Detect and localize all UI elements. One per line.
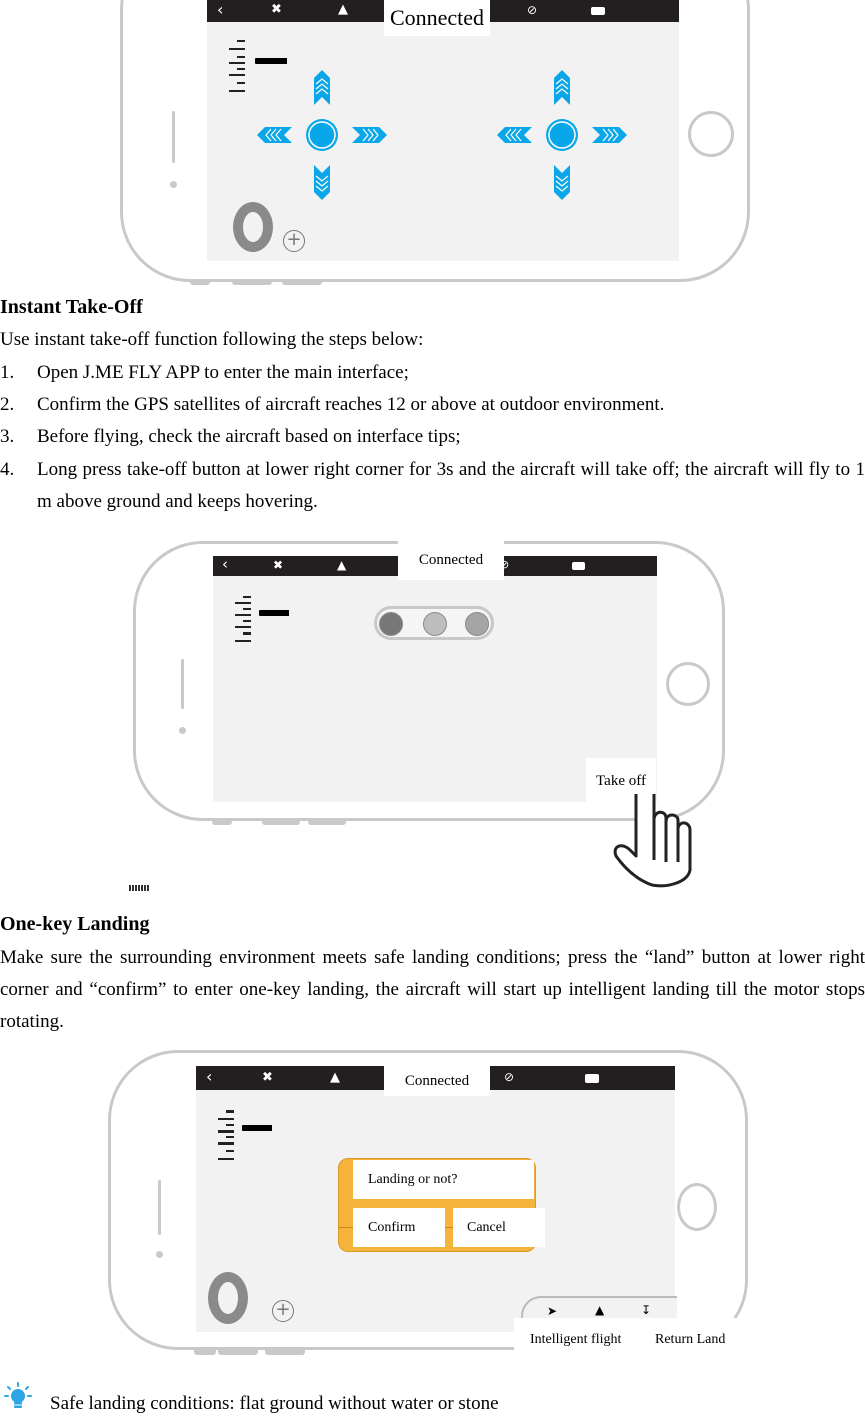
app-screen-takeoff: ‹ ✖ ▲ ⊘ Connected Take off xyxy=(213,541,657,804)
altitude-ruler xyxy=(218,1106,238,1162)
phone-speaker xyxy=(158,1180,161,1235)
indicator-light xyxy=(379,612,403,636)
right-joystick[interactable] xyxy=(497,70,627,200)
down-arrow-icon xyxy=(314,165,330,200)
phone-side-button xyxy=(308,820,346,825)
phone-side-button xyxy=(265,1350,305,1355)
add-button[interactable]: + xyxy=(283,230,305,252)
landing-body: Make sure the surrounding environment me… xyxy=(0,947,865,1032)
cancel-button[interactable]: Cancel xyxy=(453,1208,545,1247)
phone-speaker xyxy=(172,111,175,163)
add-button[interactable]: + xyxy=(272,1300,294,1322)
up-arrow-icon xyxy=(554,70,570,105)
takeoff-icon[interactable]: ▲ xyxy=(330,1071,340,1084)
indicator-light xyxy=(465,612,489,636)
step-text: Confirm the GPS satellites of aircraft r… xyxy=(37,394,665,415)
dialog-question: Landing or not? xyxy=(353,1160,534,1199)
takeoff-icon[interactable]: ▲ xyxy=(338,3,348,16)
home-button[interactable] xyxy=(688,111,734,157)
takeoff-icon[interactable]: ▲ xyxy=(337,559,346,571)
intelligent-flight-label[interactable]: Intelligent flight xyxy=(530,1332,621,1348)
connection-status: Connected xyxy=(384,0,490,36)
up-arrow-icon xyxy=(314,70,330,105)
step-text: Long press take-off button at lower righ… xyxy=(37,459,865,512)
compass-icon: ⊘ xyxy=(504,1070,515,1084)
phone-side-button xyxy=(282,280,322,285)
altitude-pointer xyxy=(255,58,287,64)
back-icon[interactable]: ‹ xyxy=(222,557,228,572)
tip-text: Safe landing conditions: flat ground wit… xyxy=(50,1393,499,1414)
camera-shutter-button[interactable] xyxy=(233,202,273,252)
phone-side-button xyxy=(232,280,272,285)
phone-speaker xyxy=(181,659,184,709)
battery-icon xyxy=(572,562,585,570)
takeoff-icon[interactable]: ▲ xyxy=(595,1303,604,1317)
right-arrow-icon xyxy=(592,127,627,143)
step-number: 1. xyxy=(0,362,15,383)
step-number: 2. xyxy=(0,394,15,415)
joystick-knob xyxy=(546,119,578,151)
home-button[interactable] xyxy=(666,662,710,706)
camera-shutter-button[interactable] xyxy=(208,1272,248,1324)
connection-status: Connected xyxy=(384,1066,490,1096)
satellite-icon: ✖ xyxy=(271,2,282,17)
intelligent-flight-icon[interactable]: ➤ xyxy=(547,1304,557,1318)
return-land-icon[interactable]: ↧ xyxy=(641,1303,651,1317)
satellite-icon: ✖ xyxy=(273,558,284,572)
compass-icon: ⊘ xyxy=(527,3,538,17)
phone-camera xyxy=(170,181,177,188)
satellite-icon: ✖ xyxy=(262,1070,273,1085)
pointing-hand-icon xyxy=(613,794,692,888)
step-text: Open J.ME FLY APP to enter the main inte… xyxy=(37,362,409,383)
step-number: 3. xyxy=(0,426,15,447)
status-indicator-lights xyxy=(374,606,494,640)
altitude-pointer xyxy=(242,1125,272,1131)
indicator-light xyxy=(423,612,447,636)
app-screen-landing: ‹ ✖ ▲ ⊘ Connected Landing or not? Confir… xyxy=(196,1066,677,1336)
lightbulb-icon xyxy=(4,1382,32,1408)
back-icon[interactable]: ‹ xyxy=(217,2,223,18)
altitude-pointer xyxy=(259,610,289,616)
step-text: Before flying, check the aircraft based … xyxy=(37,426,461,447)
confirm-button[interactable]: Confirm xyxy=(353,1208,445,1247)
section-heading-takeoff: Instant Take-Off xyxy=(0,296,143,318)
battery-icon xyxy=(591,7,605,15)
app-screen-main: ‹ ✖ ▲ ⊘ Connected + xyxy=(207,0,679,261)
back-icon[interactable]: ‹ xyxy=(206,1069,212,1085)
section-heading-landing: One-key Landing xyxy=(0,913,150,935)
home-button[interactable] xyxy=(677,1183,717,1231)
altitude-ruler xyxy=(229,36,249,94)
joystick-knob xyxy=(306,119,338,151)
connection-status: Connected xyxy=(398,541,504,580)
phone-camera xyxy=(179,727,186,734)
phone-side-button xyxy=(218,1350,258,1355)
phone-camera xyxy=(156,1251,163,1258)
battery-icon xyxy=(585,1074,599,1083)
phone-side-button xyxy=(194,1350,216,1355)
altitude-ruler xyxy=(235,592,255,644)
return-land-label[interactable]: Return Land xyxy=(655,1332,725,1348)
left-arrow-icon xyxy=(257,127,292,143)
figure-artifact xyxy=(129,885,149,891)
down-arrow-icon xyxy=(554,165,570,200)
right-arrow-icon xyxy=(352,127,387,143)
phone-side-button xyxy=(212,820,232,825)
phone-side-button xyxy=(190,280,210,285)
left-arrow-icon xyxy=(497,127,532,143)
left-joystick[interactable] xyxy=(257,70,387,200)
takeoff-intro: Use instant take-off function following … xyxy=(0,329,424,350)
step-number: 4. xyxy=(0,459,15,480)
phone-side-button xyxy=(262,820,300,825)
